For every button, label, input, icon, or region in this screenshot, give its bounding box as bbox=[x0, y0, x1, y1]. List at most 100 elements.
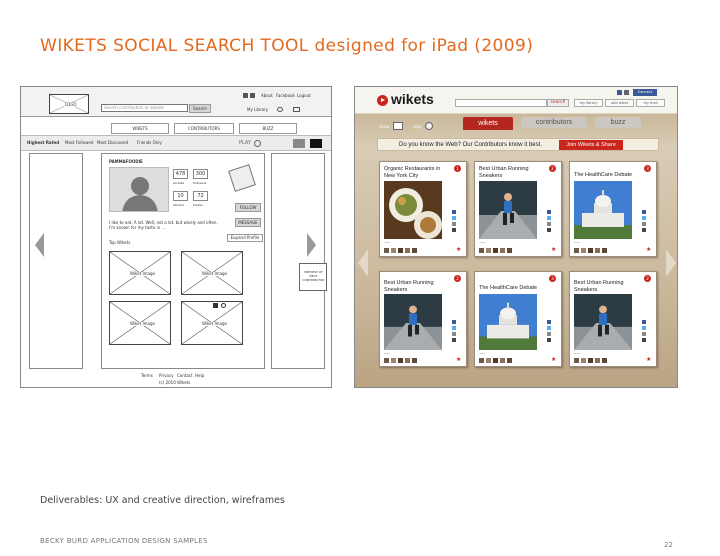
twitter-share-icon[interactable] bbox=[547, 216, 551, 220]
tab-wikets[interactable]: WIKETS bbox=[111, 123, 169, 134]
contributor-avatar[interactable] bbox=[581, 248, 586, 253]
my-library-button[interactable]: my library bbox=[574, 99, 603, 107]
email-share-icon[interactable] bbox=[642, 332, 646, 336]
twitter-share-icon[interactable] bbox=[547, 326, 551, 330]
tab-buzz[interactable]: BUZZ bbox=[239, 123, 297, 134]
top-link-about[interactable]: About bbox=[261, 94, 273, 98]
contributor-avatar[interactable] bbox=[588, 248, 593, 253]
play-icon[interactable] bbox=[425, 122, 433, 130]
contributor-avatar[interactable] bbox=[493, 358, 498, 363]
follow-button[interactable]: FOLLOW bbox=[235, 203, 261, 212]
bookmark-icon[interactable] bbox=[547, 338, 551, 342]
contributor-avatar[interactable] bbox=[602, 358, 607, 363]
contributor-avatar[interactable] bbox=[384, 248, 389, 253]
contributor-avatar[interactable] bbox=[500, 248, 505, 253]
email-share-icon[interactable] bbox=[547, 222, 551, 226]
twitter-share-icon[interactable] bbox=[452, 326, 456, 330]
footer-link-privacy[interactable]: Privacy bbox=[159, 374, 173, 378]
bell-icon[interactable] bbox=[277, 107, 283, 112]
facebook-connect-button[interactable]: Connect bbox=[633, 89, 657, 96]
prev-arrow-icon[interactable] bbox=[35, 233, 44, 257]
contributor-avatar[interactable] bbox=[412, 248, 417, 253]
mockup-search-input[interactable] bbox=[455, 99, 547, 107]
contributor-avatar[interactable] bbox=[507, 358, 512, 363]
bookmark-icon[interactable] bbox=[452, 338, 456, 342]
bookmark-icon[interactable] bbox=[452, 228, 456, 232]
contributor-avatar[interactable] bbox=[398, 248, 403, 253]
mail-icon[interactable] bbox=[293, 107, 300, 112]
footer-link-contact[interactable]: Contact bbox=[177, 374, 193, 378]
star-icon[interactable]: ★ bbox=[646, 357, 651, 363]
facebook-share-icon[interactable] bbox=[642, 320, 646, 324]
twitter-share-icon[interactable] bbox=[642, 216, 646, 220]
email-share-icon[interactable] bbox=[452, 222, 456, 226]
wiket-card[interactable]: Best Urban Running Sneakers 2 ••• ★ bbox=[379, 271, 467, 367]
show-toggle[interactable] bbox=[393, 122, 403, 130]
facebook-share-icon[interactable] bbox=[547, 320, 551, 324]
star-icon[interactable]: ★ bbox=[551, 247, 556, 253]
contributor-avatar[interactable] bbox=[391, 358, 396, 363]
wiket-image-4[interactable]: Wiket Image bbox=[181, 301, 243, 345]
star-icon[interactable]: ★ bbox=[456, 247, 461, 253]
top-link-logout[interactable]: Logout bbox=[297, 94, 311, 98]
wiket-image-1[interactable]: Wiket Image bbox=[109, 251, 171, 295]
contributor-avatar[interactable] bbox=[574, 248, 579, 253]
contributor-avatar[interactable] bbox=[479, 358, 484, 363]
contributor-avatar[interactable] bbox=[595, 358, 600, 363]
filter-most-followed[interactable]: Most Followed bbox=[65, 141, 93, 145]
wiket-card[interactable]: Best Urban Running Sneakers 2 ••• ★ bbox=[474, 161, 562, 257]
join-wikets-button[interactable]: Join Wikets & Share bbox=[559, 140, 623, 150]
facebook-share-icon[interactable] bbox=[547, 210, 551, 214]
star-icon[interactable]: ★ bbox=[551, 357, 556, 363]
contributor-avatar[interactable] bbox=[391, 248, 396, 253]
contributor-avatar[interactable] bbox=[384, 358, 389, 363]
tab-contributors[interactable]: contributors bbox=[521, 117, 587, 128]
wiket-card[interactable]: Best Urban Running Sneakers 2 ••• ★ bbox=[569, 271, 657, 367]
wireframe-search-button[interactable]: Search bbox=[189, 104, 211, 113]
top-link-facebook[interactable]: Facebook bbox=[276, 94, 295, 98]
wiket-image-3[interactable]: Wiket Image bbox=[109, 301, 171, 345]
wiket-image-2[interactable]: Wiket Image bbox=[181, 251, 243, 295]
footer-link-help[interactable]: Help bbox=[195, 374, 204, 378]
tab-wikets[interactable]: wikets bbox=[463, 117, 513, 130]
settings-icon[interactable] bbox=[624, 90, 629, 95]
add-wiket-button[interactable]: add wiket bbox=[605, 99, 634, 107]
tab-buzz[interactable]: buzz bbox=[595, 117, 641, 128]
email-share-icon[interactable] bbox=[452, 332, 456, 336]
contributor-avatar[interactable] bbox=[500, 358, 505, 363]
contributor-avatar[interactable] bbox=[581, 358, 586, 363]
bookmark-icon[interactable] bbox=[547, 228, 551, 232]
grid-view-icon[interactable] bbox=[310, 139, 322, 148]
message-button[interactable]: MESSAGE bbox=[235, 218, 261, 227]
contributor-avatar[interactable] bbox=[486, 248, 491, 253]
contributor-avatar[interactable] bbox=[486, 358, 491, 363]
star-icon[interactable]: ★ bbox=[456, 357, 461, 363]
wiket-card[interactable]: The HealthCare Debate 3 ••• ★ bbox=[569, 161, 657, 257]
bookmark-icon[interactable] bbox=[642, 228, 646, 232]
facebook-share-icon[interactable] bbox=[452, 210, 456, 214]
wiket-card[interactable]: Organic Restaurants in New York City 1 •… bbox=[379, 161, 467, 257]
facebook-share-icon[interactable] bbox=[642, 210, 646, 214]
contributor-avatar[interactable] bbox=[479, 248, 484, 253]
my-library-link[interactable]: My Library bbox=[247, 108, 268, 112]
contributor-avatar[interactable] bbox=[595, 248, 600, 253]
contributor-avatar[interactable] bbox=[507, 248, 512, 253]
contributor-avatar[interactable] bbox=[412, 358, 417, 363]
play-label[interactable]: PLAY bbox=[239, 141, 251, 146]
my-mail-button[interactable]: my mail bbox=[636, 99, 665, 107]
list-view-icon[interactable] bbox=[293, 139, 305, 148]
filter-friends-only[interactable]: Friends Only bbox=[137, 141, 162, 145]
twitter-share-icon[interactable] bbox=[452, 216, 456, 220]
twitter-share-icon[interactable] bbox=[642, 326, 646, 330]
contributor-avatar[interactable] bbox=[588, 358, 593, 363]
email-share-icon[interactable] bbox=[547, 332, 551, 336]
contributor-avatar[interactable] bbox=[405, 358, 410, 363]
filter-most-discussed[interactable]: Most Discussed bbox=[97, 141, 128, 145]
prev-arrow-icon[interactable] bbox=[358, 249, 368, 277]
contributor-avatar[interactable] bbox=[574, 358, 579, 363]
next-arrow-icon[interactable] bbox=[666, 249, 676, 277]
email-share-icon[interactable] bbox=[642, 222, 646, 226]
footer-link-terms[interactable]: Terms bbox=[141, 374, 153, 378]
wiket-card[interactable]: The HealthCare Debate 3 ••• ★ bbox=[474, 271, 562, 367]
expand-profile-button[interactable]: Expand Profile bbox=[227, 234, 263, 242]
